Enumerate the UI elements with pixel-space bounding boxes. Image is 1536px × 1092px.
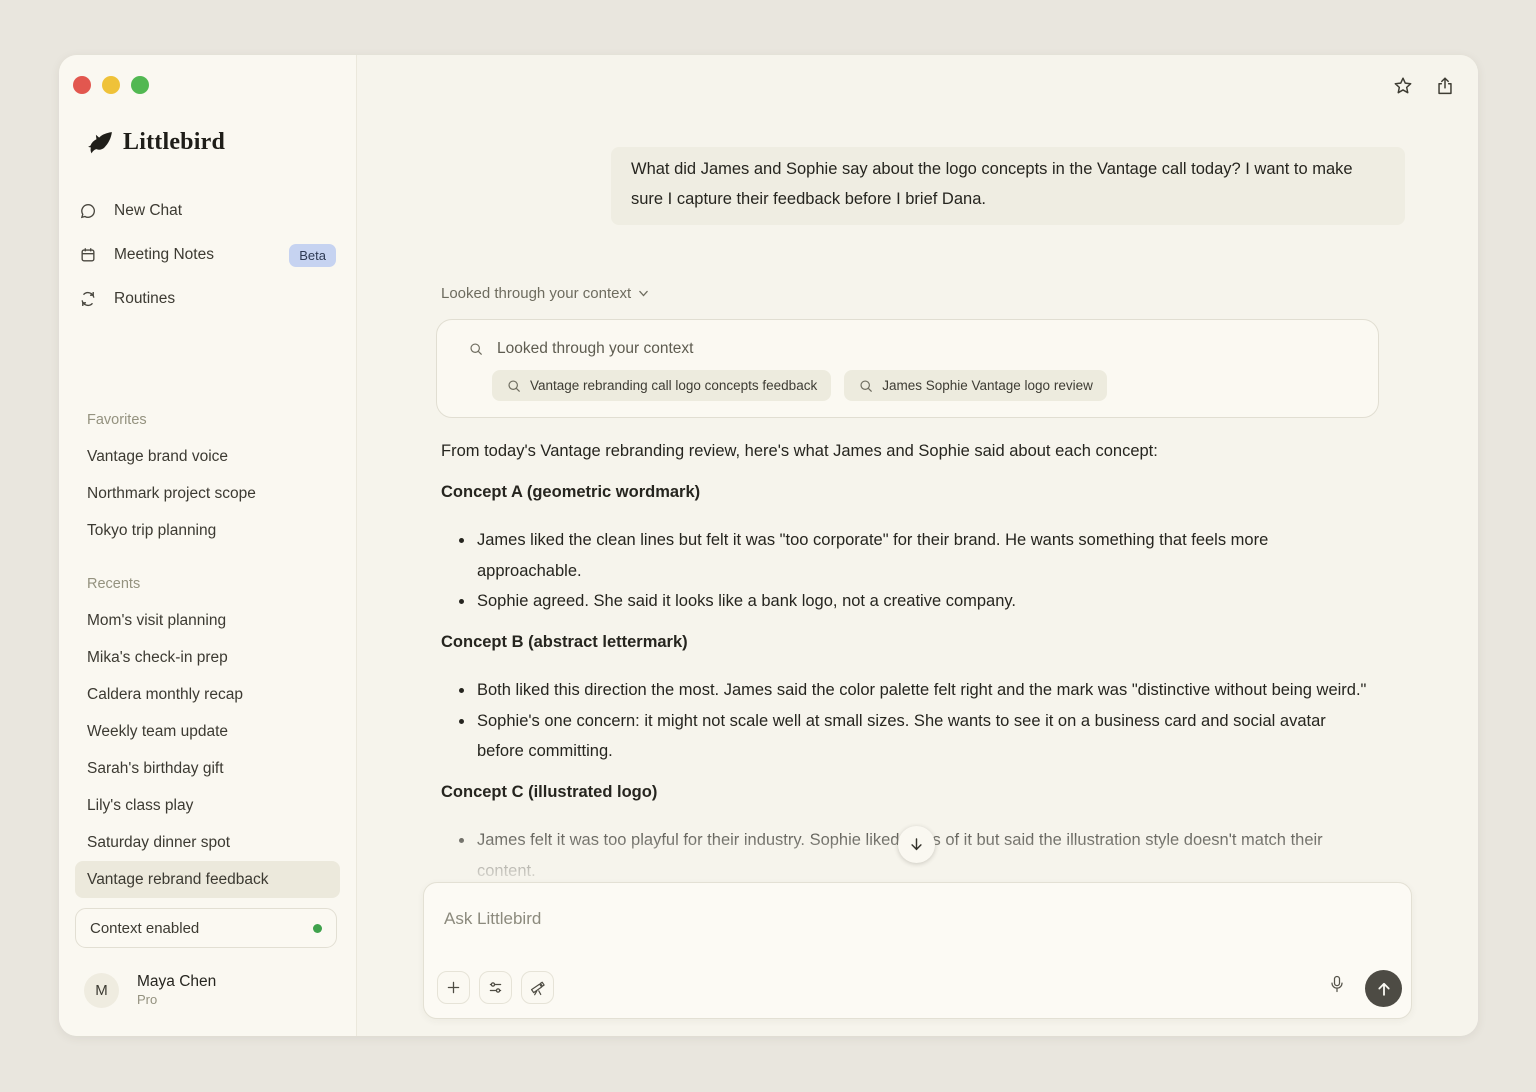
attach-button[interactable] [437, 971, 470, 1004]
chevron-down-icon [639, 290, 648, 297]
sidebar-item-caldera-monthly-recap[interactable]: Caldera monthly recap [75, 676, 340, 713]
sidebar: Littlebird New Chat Meeting Notes Beta R… [59, 55, 357, 1036]
sidebar-item-mikas-check-in-prep[interactable]: Mika's check-in prep [75, 639, 340, 676]
search-icon [860, 379, 873, 392]
context-search-row: Looked through your context [437, 320, 1378, 358]
sidebar-item-meeting-notes[interactable]: Meeting Notes Beta [75, 233, 340, 277]
sidebar-item-vantage-rebrand-feedback[interactable]: Vantage rebrand feedback [75, 861, 340, 898]
sidebar-item-moms-visit-planning[interactable]: Mom's visit planning [75, 602, 340, 639]
favorites-section: Favorites Vantage brand voice Northmark … [75, 401, 340, 549]
arrow-down-icon [911, 838, 922, 851]
composer-tools [437, 971, 554, 1004]
calendar-icon [81, 248, 95, 262]
avatar: M [84, 972, 119, 1008]
sidebar-item-tokyo-trip-planning[interactable]: Tokyo trip planning [75, 512, 340, 549]
sidebar-item-saturday-dinner-spot[interactable]: Saturday dinner spot [75, 824, 340, 861]
nav-label: New Chat [114, 202, 183, 219]
close-window-button[interactable] [73, 76, 91, 94]
profile-plan: Pro [137, 992, 158, 1007]
research-telescope-button[interactable] [521, 971, 554, 1004]
favorite-star-button[interactable] [1392, 75, 1416, 99]
dictation-button[interactable] [1327, 974, 1349, 996]
profile-name: Maya Chen [137, 973, 217, 990]
send-button[interactable] [1365, 970, 1402, 1007]
beta-badge: Beta [289, 243, 336, 267]
share-button[interactable] [1434, 75, 1458, 99]
app-logo: Littlebird [87, 129, 225, 156]
context-disclosure[interactable]: Looked through your context [441, 285, 650, 302]
sidebar-item-weekly-team-update[interactable]: Weekly team update [75, 713, 340, 750]
recents-section: Recents Mom's visit planning Mika's chec… [75, 565, 340, 898]
scroll-to-bottom-button[interactable] [898, 826, 935, 863]
chat-bubble-icon [80, 204, 95, 219]
user-message: What did James and Sophie say about the … [611, 147, 1405, 225]
sidebar-item-vantage-brand-voice[interactable]: Vantage brand voice [75, 438, 340, 475]
favorites-header: Favorites [87, 411, 147, 428]
search-chip[interactable]: James Sophie Vantage logo review [844, 370, 1107, 401]
bullet-item: Sophie agreed. She said it looks like a … [475, 586, 1375, 617]
concept-c-heading: Concept C (illustrated logo) [441, 782, 658, 801]
concept-a-heading: Concept A (geometric wordmark) [441, 482, 701, 501]
conversation-actions [1392, 75, 1458, 99]
sidebar-item-northmark-project-scope[interactable]: Northmark project scope [75, 475, 340, 512]
app-window: Littlebird New Chat Meeting Notes Beta R… [59, 55, 1478, 1036]
nav-label: Routines [114, 290, 176, 307]
sidebar-item-sarahs-birthday-gift[interactable]: Sarah's birthday gift [75, 750, 340, 787]
recents-header: Recents [87, 575, 141, 592]
search-chip-label: Vantage rebranding call logo concepts fe… [530, 378, 818, 393]
bullet-item: James liked the clean lines but felt it … [475, 525, 1375, 586]
context-search-label: Looked through your context [497, 340, 694, 357]
chat-main: What did James and Sophie say about the … [357, 55, 1478, 1036]
zoom-window-button[interactable] [131, 76, 149, 94]
refresh-icon [81, 291, 95, 307]
context-enabled-toggle[interactable]: Context enabled [75, 908, 337, 948]
hummingbird-icon [88, 131, 112, 153]
context-status-dot [313, 923, 322, 933]
context-enabled-label: Context enabled [90, 919, 200, 937]
search-icon [508, 379, 521, 392]
microphone-icon [1331, 975, 1343, 993]
sidebar-item-lilys-class-play[interactable]: Lily's class play [75, 787, 340, 824]
message-input[interactable] [442, 907, 1372, 955]
minimize-window-button[interactable] [102, 76, 120, 94]
share-icon [1438, 77, 1452, 95]
search-chip-row: Vantage rebranding call logo concepts fe… [437, 358, 1378, 401]
concept-b-heading: Concept B (abstract lettermark) [441, 632, 688, 651]
context-search-card: Looked through your context Vantage rebr… [436, 319, 1379, 418]
arrow-up-icon [1377, 982, 1390, 996]
settings-sliders-button[interactable] [479, 971, 512, 1004]
bullet-item: Both liked this direction the most. Jame… [475, 675, 1375, 706]
sidebar-item-routines[interactable]: Routines [75, 277, 340, 321]
search-icon [470, 343, 483, 356]
concept-a-list: James liked the clean lines but felt it … [441, 525, 1375, 617]
user-profile[interactable]: M Maya Chen Pro [84, 972, 216, 1008]
context-disclosure-label: Looked through your context [441, 285, 632, 302]
sidebar-item-new-chat[interactable]: New Chat [75, 189, 340, 233]
composer [423, 882, 1412, 1019]
telescope-icon [530, 981, 545, 996]
search-chip-label: James Sophie Vantage logo review [882, 378, 1093, 393]
star-icon [1394, 77, 1412, 94]
nav-label: Meeting Notes [114, 246, 214, 263]
bullet-item: Sophie's one concern: it might not scale… [475, 706, 1375, 767]
answer-intro: From today's Vantage rebranding review, … [441, 442, 1158, 460]
window-controls [73, 76, 149, 94]
sidebar-nav: New Chat Meeting Notes Beta Routines [75, 189, 340, 321]
app-title: Littlebird [123, 129, 225, 155]
plus-icon [447, 981, 460, 994]
sliders-icon [489, 982, 502, 993]
search-chip[interactable]: Vantage rebranding call logo concepts fe… [492, 370, 832, 401]
concept-b-list: Both liked this direction the most. Jame… [441, 675, 1375, 767]
